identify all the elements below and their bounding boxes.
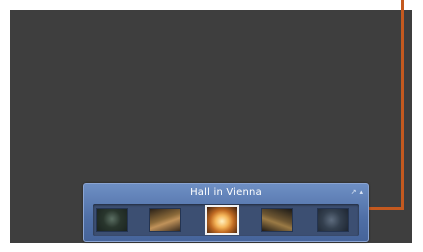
window-controls: ↗ ▴ (351, 187, 363, 197)
thumbnail-3[interactable] (205, 205, 239, 235)
callout-line-vertical (401, 0, 404, 210)
thumbnail-5[interactable] (317, 208, 349, 232)
close-icon[interactable]: ▴ (359, 188, 363, 196)
thumbnail-2[interactable] (149, 208, 181, 232)
callout-line-horizontal (364, 207, 404, 210)
panel-title: Hall in Vienna (190, 187, 262, 198)
thumbnail-1[interactable] (96, 208, 128, 232)
scene-browser-panel[interactable]: Hall in Vienna ↗ ▴ (83, 183, 369, 242)
thumbnail-strip (93, 204, 359, 236)
thumbnail-4[interactable] (261, 208, 293, 232)
pin-icon[interactable]: ↗ (351, 188, 357, 196)
